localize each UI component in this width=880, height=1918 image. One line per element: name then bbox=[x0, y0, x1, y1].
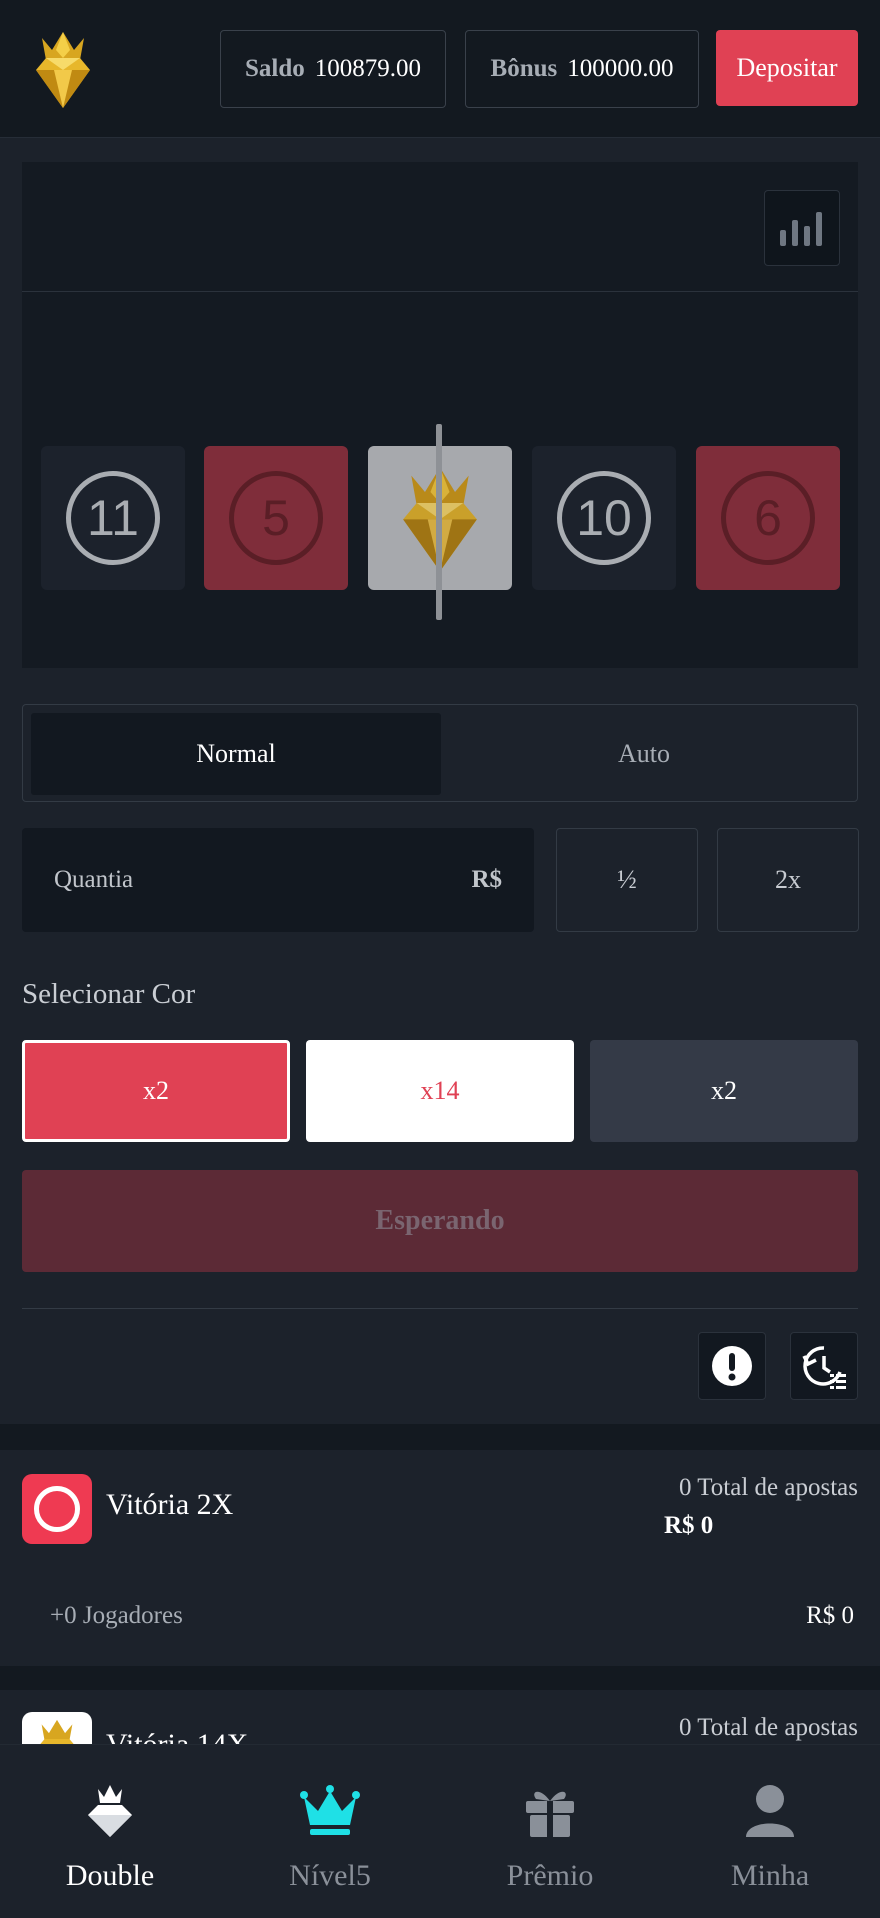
nav-item-double[interactable]: Double bbox=[0, 1745, 220, 1918]
roulette-panel: 11 5 10 6 bbox=[22, 162, 858, 668]
tile-number: 11 bbox=[66, 471, 160, 565]
bet-card-title: Vitória 14X bbox=[106, 1728, 248, 1744]
balance-value: 100879.00 bbox=[314, 55, 421, 82]
crown-diamond-icon bbox=[22, 1712, 92, 1744]
balance-label: Saldo bbox=[244, 55, 305, 82]
bet-white-button[interactable]: x14 bbox=[306, 1040, 574, 1142]
roulette-top-bar bbox=[22, 162, 858, 292]
bottom-nav: Double Nível5 Prêmio Minha bbox=[0, 1744, 880, 1918]
info-alert-icon[interactable] bbox=[698, 1332, 766, 1400]
red-ring-icon bbox=[22, 1474, 92, 1544]
nav-item-level[interactable]: Nível5 bbox=[220, 1745, 440, 1918]
stats-chart-icon[interactable] bbox=[764, 190, 840, 266]
roulette-tile-dark: 10 bbox=[532, 446, 676, 590]
bonus-display: Bônus 100000.00 bbox=[465, 30, 699, 108]
tile-number: 10 bbox=[557, 471, 651, 565]
select-color-title: Selecionar Cor bbox=[22, 978, 196, 1010]
bet-card-players-amount: R$ 0 bbox=[806, 1602, 854, 1629]
tab-normal[interactable]: Normal bbox=[31, 713, 441, 795]
section-separator bbox=[0, 1424, 880, 1450]
waiting-button[interactable]: Esperando bbox=[22, 1170, 858, 1272]
bet-card-players: +0 Jogadores bbox=[50, 1602, 183, 1629]
half-amount-button[interactable]: ½ bbox=[556, 828, 698, 932]
amount-input[interactable]: Quantia R$ bbox=[22, 828, 534, 932]
bet-card-total: 0 Total de apostas bbox=[678, 1714, 858, 1741]
bet-card-total: 0 Total de apostas bbox=[678, 1474, 858, 1501]
gift-icon bbox=[526, 1791, 574, 1837]
divider bbox=[22, 1308, 858, 1309]
bonus-value: 100000.00 bbox=[567, 55, 674, 82]
user-icon bbox=[746, 1785, 794, 1837]
roulette-tile-red: 5 bbox=[204, 446, 348, 590]
nav-label: Prêmio bbox=[506, 1859, 594, 1892]
crown-icon bbox=[300, 1785, 360, 1835]
app-page: Saldo 100879.00 Bônus 100000.00 Deposita… bbox=[0, 0, 880, 1918]
bet-card-white: Vitória 14X 0 Total de apostas bbox=[0, 1690, 880, 1744]
bet-card-red: Vitória 2X 0 Total de apostas R$ 0 +0 Jo… bbox=[0, 1450, 880, 1666]
balance-display: Saldo 100879.00 bbox=[220, 30, 446, 108]
roulette-pointer bbox=[436, 424, 442, 620]
crown-diamond-nav-icon bbox=[88, 1785, 132, 1837]
bet-card-title: Vitória 2X bbox=[106, 1488, 234, 1521]
currency-label: R$ bbox=[471, 866, 502, 893]
double-amount-button[interactable]: 2x bbox=[717, 828, 859, 932]
tile-number: 5 bbox=[229, 471, 323, 565]
bet-red-button[interactable]: x2 bbox=[22, 1040, 290, 1142]
bet-card-amount: R$ 0 bbox=[664, 1512, 714, 1539]
history-clock-icon[interactable] bbox=[790, 1332, 858, 1400]
roulette-tile-red: 6 bbox=[696, 446, 840, 590]
amount-placeholder: Quantia bbox=[54, 866, 134, 893]
nav-item-mine[interactable]: Minha bbox=[660, 1745, 880, 1918]
nav-label: Minha bbox=[730, 1859, 810, 1892]
nav-label: Double bbox=[65, 1859, 155, 1892]
top-header: Saldo 100879.00 Bônus 100000.00 Deposita… bbox=[0, 0, 880, 138]
crown-diamond-logo-icon[interactable] bbox=[32, 28, 94, 110]
deposit-button[interactable]: Depositar bbox=[716, 30, 858, 106]
bonus-label: Bônus bbox=[490, 55, 558, 82]
nav-label: Nível5 bbox=[289, 1859, 371, 1892]
bet-black-button[interactable]: x2 bbox=[590, 1040, 858, 1142]
tab-auto[interactable]: Auto bbox=[439, 713, 849, 795]
roulette-tile-dark: 11 bbox=[41, 446, 185, 590]
tile-number: 6 bbox=[721, 471, 815, 565]
section-separator bbox=[0, 1666, 880, 1690]
mode-tabs: Normal Auto bbox=[22, 704, 858, 802]
nav-item-prize[interactable]: Prêmio bbox=[440, 1745, 660, 1918]
